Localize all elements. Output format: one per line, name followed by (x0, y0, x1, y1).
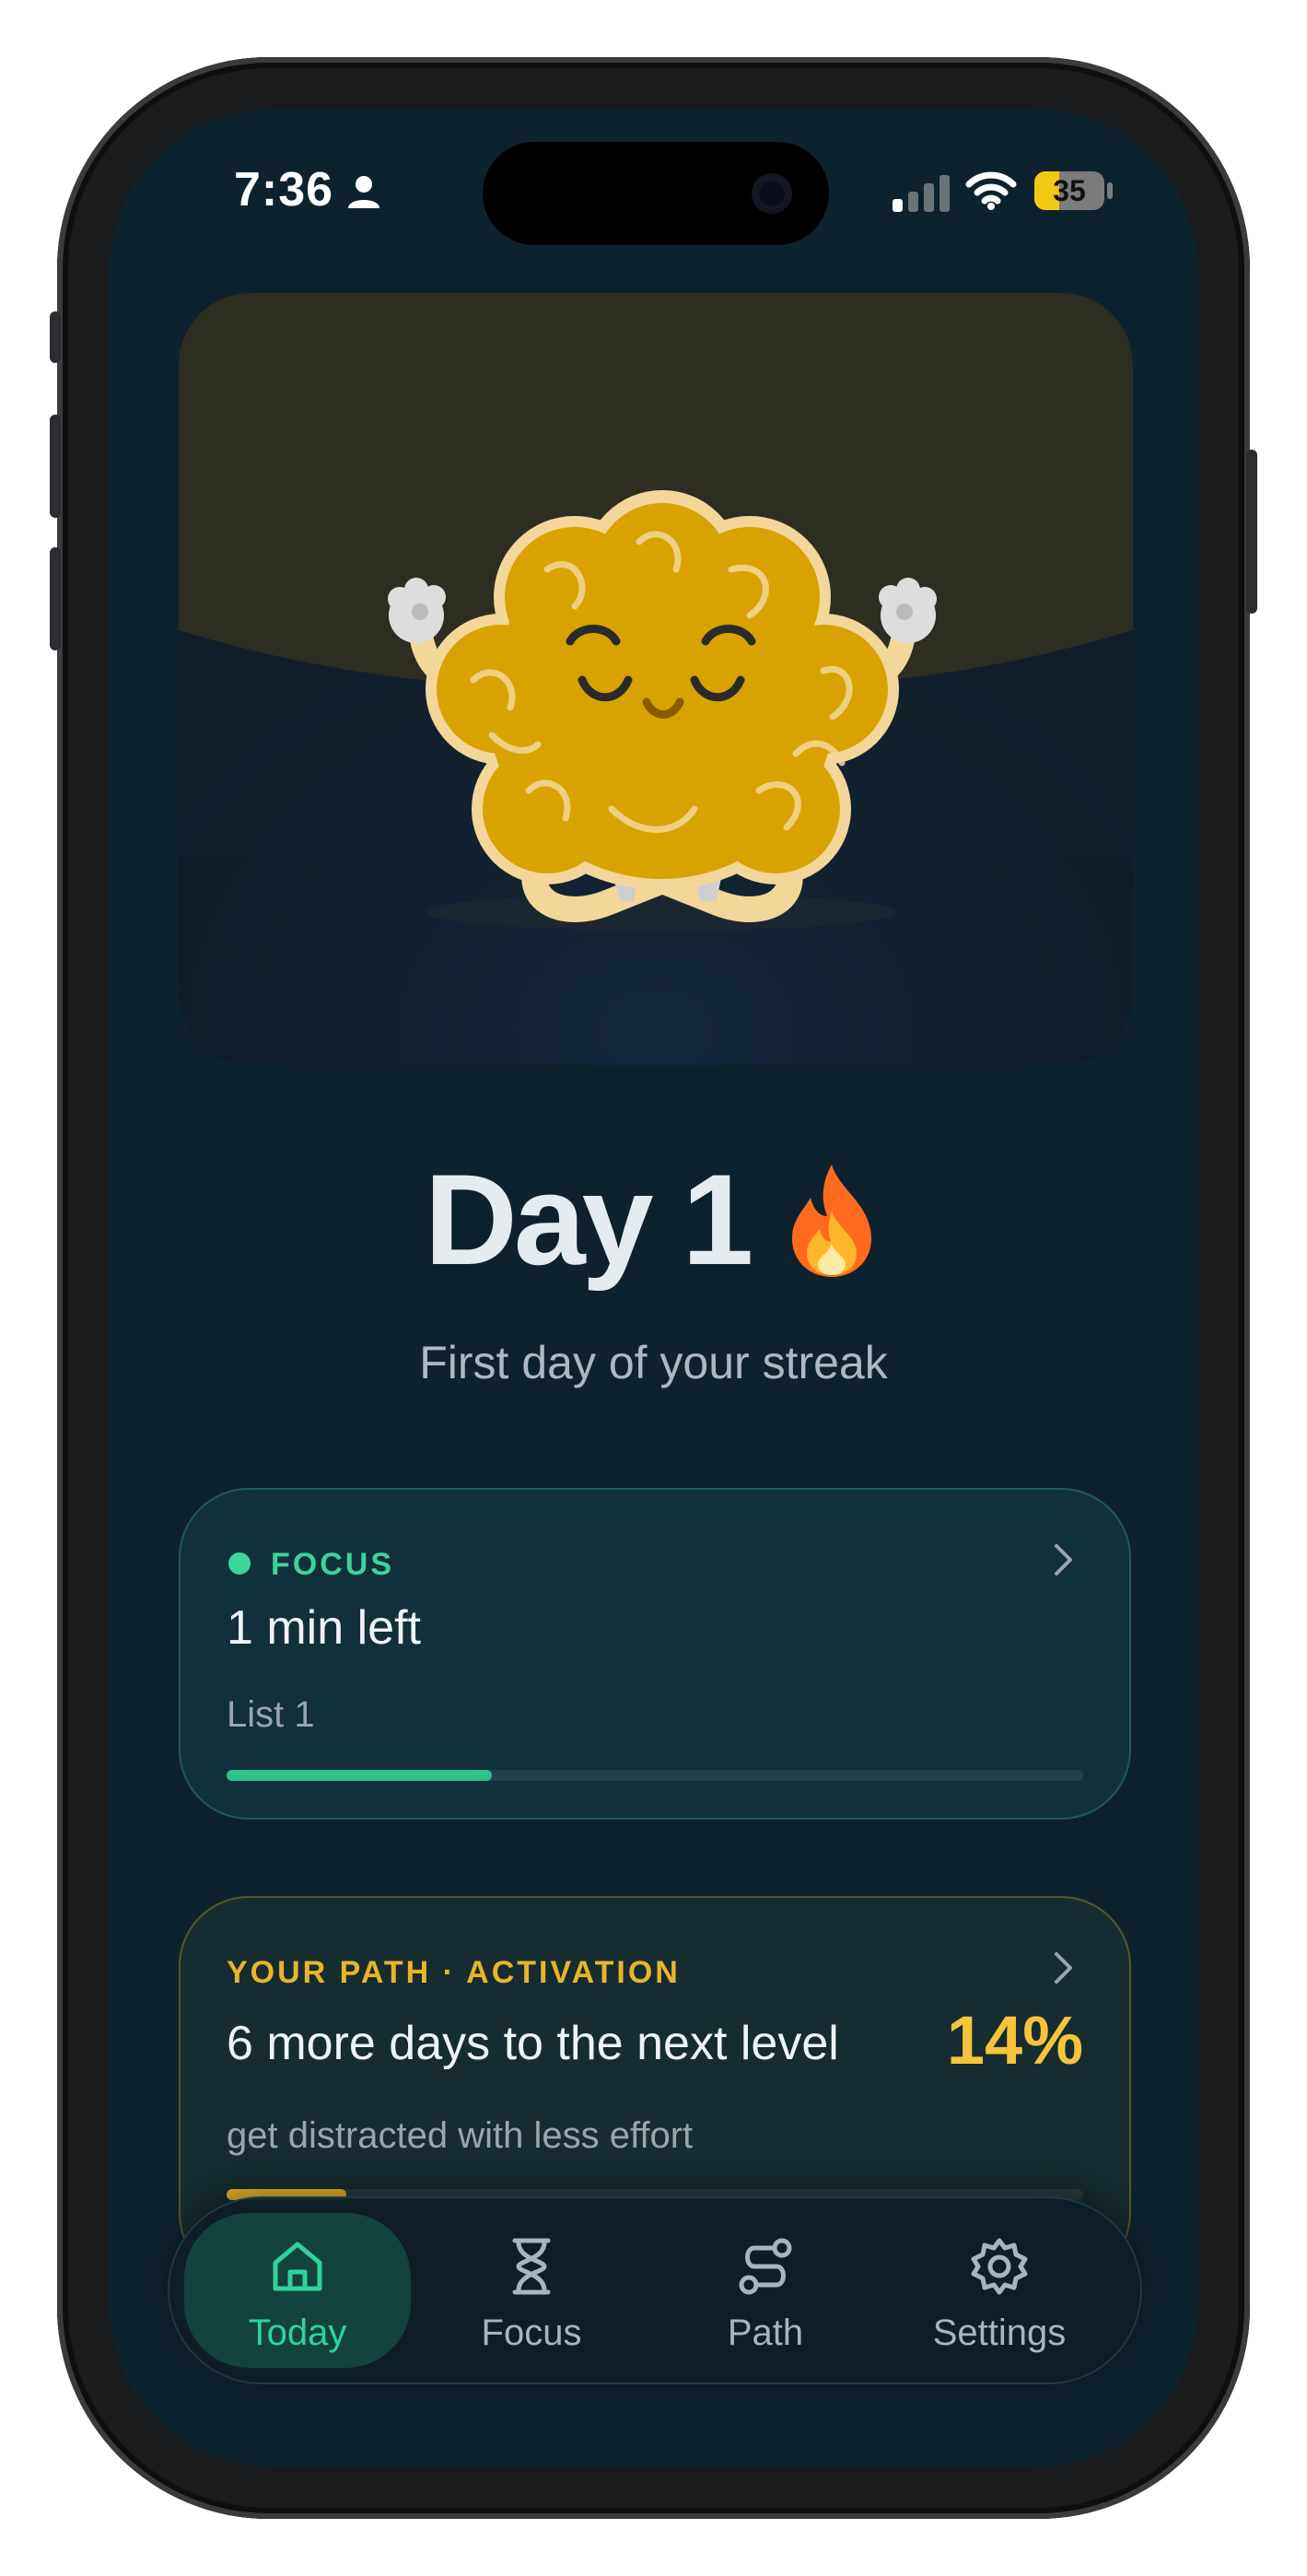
tab-path-label: Path (727, 2313, 804, 2353)
focus-progress-fill (227, 1770, 493, 1781)
path-percent: 14% (946, 2002, 1083, 2078)
battery-percent: 35 (1053, 174, 1086, 207)
focus-label: FOCUS (271, 1547, 394, 1582)
focus-progress-track (227, 1770, 1083, 1781)
home-icon (273, 2242, 322, 2291)
app-screen: 7:36 35 Day 1 First day of your streak F… (109, 109, 1198, 2467)
battery-icon: 35 (1034, 171, 1104, 210)
tab-path[interactable]: Path (652, 2213, 879, 2368)
path-icon (739, 2238, 792, 2295)
chevron-right-icon (1055, 1952, 1072, 1984)
tab-settings[interactable]: Settings (886, 2213, 1113, 2368)
path-description: get distracted with less effort (227, 2115, 694, 2156)
meditating-brain-illustration (179, 293, 1133, 1065)
dynamic-island (483, 142, 829, 245)
streak-day-title: Day 1 (109, 1145, 1198, 1294)
battery-nub (1107, 182, 1113, 199)
wifi-icon (965, 171, 1017, 210)
signal-icon (893, 175, 950, 212)
path-headline: 6 more days to the next level (227, 2017, 839, 2070)
tab-bar: Today Focus Path Settings (168, 2196, 1142, 2384)
chevron-right-icon (1055, 1544, 1072, 1575)
focus-list-name: List 1 (227, 1694, 315, 1735)
streak-subtitle: First day of your streak (419, 1337, 888, 1388)
gear-icon (971, 2238, 1028, 2295)
hero-illustration (179, 293, 1133, 1065)
tab-today[interactable]: Today (184, 2213, 411, 2368)
action-button (50, 311, 61, 363)
volume-down-button (50, 547, 61, 650)
clock: 7:36 (234, 163, 334, 217)
day-label: Day 1 (424, 1147, 754, 1292)
camera-icon (752, 173, 792, 214)
focus-card[interactable]: FOCUS 1 min left List 1 (179, 1488, 1131, 1820)
hourglass-icon (512, 2238, 551, 2295)
focus-time-left: 1 min left (227, 1601, 421, 1655)
fire-icon (781, 1161, 882, 1281)
status-bar: 7:36 35 (109, 109, 1198, 275)
tab-today-label: Today (248, 2313, 347, 2353)
path-label: YOUR PATH · ACTIVATION (227, 1955, 681, 1990)
tab-settings-label: Settings (932, 2313, 1067, 2353)
tab-focus[interactable]: Focus (418, 2213, 645, 2368)
left-hand (388, 578, 446, 643)
right-hand (879, 578, 937, 643)
tab-focus-label: Focus (481, 2313, 582, 2353)
power-button (1246, 450, 1257, 614)
person-icon (348, 176, 379, 208)
volume-up-button (50, 415, 61, 518)
status-dot (228, 1552, 251, 1575)
